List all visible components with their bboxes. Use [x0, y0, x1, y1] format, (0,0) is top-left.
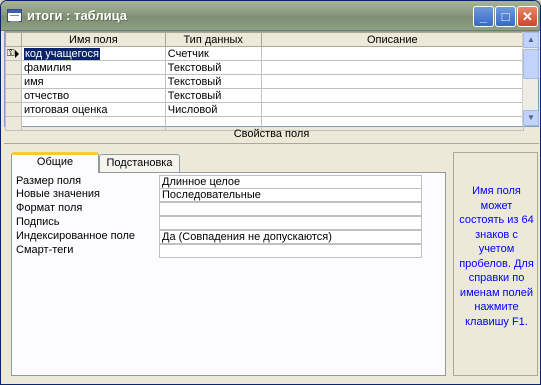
property-value-field[interactable]: [159, 202, 422, 216]
property-label: Подпись: [16, 216, 60, 228]
property-value-field[interactable]: [159, 216, 422, 230]
property-value-field[interactable]: [159, 244, 422, 258]
title-bar[interactable]: итоги : таблица _ □ ✕: [1, 1, 540, 31]
general-properties-panel: Размер поля Длинное целое Новые значения…: [11, 172, 446, 376]
field-name-cell[interactable]: итоговая оценка: [20, 102, 166, 117]
column-header-data-type[interactable]: Тип данных: [164, 32, 262, 47]
data-type-cell[interactable]: Текстовый: [164, 60, 262, 75]
description-cell[interactable]: [260, 46, 525, 61]
data-type-cell[interactable]: Числовой: [164, 102, 262, 117]
property-value-field[interactable]: Длинное целое: [159, 175, 422, 189]
table-row[interactable]: фамилия Текстовый: [5, 60, 525, 75]
table-row[interactable]: отчество Текстовый: [5, 88, 525, 103]
property-value-field[interactable]: Последовательные: [159, 188, 422, 202]
row-selector[interactable]: [5, 60, 22, 75]
grid-header-row: Имя поля Тип данных Описание: [5, 32, 525, 47]
window-title: итоги : таблица: [27, 8, 128, 23]
column-header-description[interactable]: Описание: [260, 32, 525, 47]
maximize-button[interactable]: □: [495, 6, 516, 27]
property-label: Размер поля: [16, 175, 82, 187]
minimize-button[interactable]: _: [473, 6, 494, 27]
description-cell[interactable]: [260, 60, 525, 75]
table-row[interactable]: имя Текстовый: [5, 74, 525, 89]
row-selector[interactable]: [5, 74, 22, 89]
field-name-cell[interactable]: имя: [20, 74, 166, 89]
key-icon: ⚿: [7, 48, 15, 59]
table-row[interactable]: ⚿ код учащегося Счетчик: [5, 46, 525, 61]
table-design-window: итоги : таблица _ □ ✕ Имя поля Тип данны…: [0, 0, 541, 385]
field-name-cell[interactable]: фамилия: [20, 60, 166, 75]
property-value-field[interactable]: Да (Совпадения не допускаются): [159, 230, 422, 244]
field-grid: Имя поля Тип данных Описание ⚿ код учаще…: [4, 31, 539, 131]
field-name-text: код учащегося: [23, 47, 100, 60]
row-selector[interactable]: [5, 102, 22, 117]
row-selector[interactable]: ⚿: [5, 46, 22, 61]
scroll-up-icon[interactable]: ▲: [523, 32, 539, 48]
data-type-cell[interactable]: Текстовый: [164, 74, 262, 89]
description-cell[interactable]: [260, 102, 525, 117]
property-label: Смарт-теги: [16, 244, 74, 256]
table-icon: [7, 9, 22, 22]
current-row-arrow-icon: [14, 50, 19, 58]
help-hint-box: Имя поля может состоять из 64 знаков с у…: [453, 152, 538, 376]
property-label: Новые значения: [16, 188, 101, 200]
field-name-cell[interactable]: отчество: [20, 88, 166, 103]
data-type-cell[interactable]: Текстовый: [164, 88, 262, 103]
field-properties-title: Свойства поля: [233, 128, 310, 140]
property-label: Индексированное поле: [16, 230, 135, 242]
field-name-cell[interactable]: код учащегося: [20, 46, 166, 61]
header-selector[interactable]: [5, 32, 22, 47]
description-cell[interactable]: [260, 74, 525, 89]
tab-lookup[interactable]: Подстановка: [99, 154, 180, 172]
tab-general[interactable]: Общие: [11, 152, 99, 173]
close-button[interactable]: ✕: [517, 6, 538, 27]
scroll-thumb[interactable]: [523, 49, 539, 79]
row-selector[interactable]: [5, 88, 22, 103]
property-label: Формат поля: [16, 202, 83, 214]
scroll-down-icon[interactable]: ▼: [523, 110, 539, 126]
description-cell[interactable]: [260, 88, 525, 103]
column-header-field-name[interactable]: Имя поля: [20, 32, 166, 47]
table-row[interactable]: итоговая оценка Числовой: [5, 102, 525, 117]
data-type-cell[interactable]: Счетчик: [164, 46, 262, 61]
help-hint-text: Имя поля может состоять из 64 знаков с у…: [459, 185, 534, 328]
divider: [4, 143, 539, 144]
vertical-scrollbar[interactable]: ▲ ▼: [522, 32, 539, 126]
